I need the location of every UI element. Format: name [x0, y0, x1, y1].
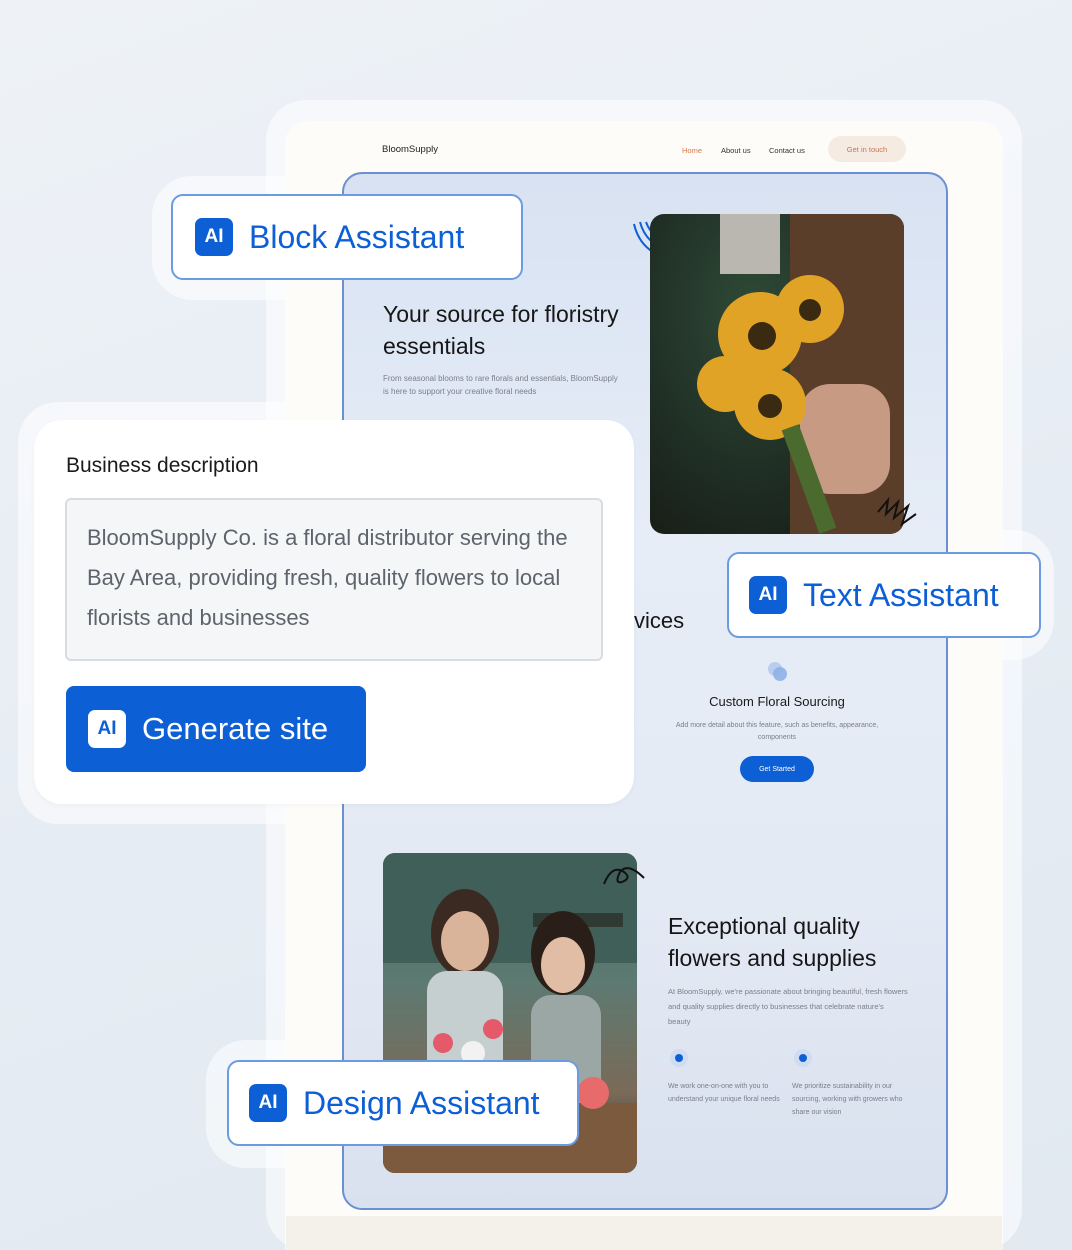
bullet-icon: [670, 1049, 688, 1067]
loop-decoration-icon: [603, 867, 645, 885]
design-assistant-chip[interactable]: AI Design Assistant: [227, 1060, 579, 1146]
business-description-panel: Business description BloomSupply Co. is …: [34, 420, 634, 804]
generate-site-label: Generate site: [142, 711, 329, 746]
ai-badge-icon: AI: [195, 218, 233, 256]
hero-title: Your source for floristry essentials: [383, 301, 619, 359]
feature-description: Add more detail about this feature, such…: [675, 722, 879, 741]
feature-icon: [768, 662, 787, 681]
services-heading: vices: [634, 608, 685, 633]
nav-about[interactable]: About us: [721, 146, 751, 155]
site-logo[interactable]: BloomSupply: [382, 144, 438, 155]
quality-column-2: We prioritize sustainability in our sour…: [792, 1083, 903, 1116]
generate-site-button[interactable]: AI Generate site: [66, 686, 366, 772]
nav-contact[interactable]: Contact us: [769, 146, 805, 155]
quality-title: Exceptional quality flowers and supplies: [668, 913, 877, 971]
ai-badge-icon: AI: [749, 576, 787, 614]
get-started-button[interactable]: Get Started: [740, 756, 814, 782]
feature-title: Custom Floral Sourcing: [709, 694, 845, 709]
business-description-field[interactable]: BloomSupply Co. is a floral distributor …: [65, 498, 603, 661]
block-assistant-label: Block Assistant: [249, 218, 465, 255]
quality-column-1: We work one-on-one with you to understan…: [668, 1083, 780, 1103]
bullet-icon: [794, 1049, 812, 1067]
hero-image-sunflowers: [650, 214, 904, 534]
business-description-label: Business description: [66, 454, 259, 477]
nav-home[interactable]: Home: [682, 146, 702, 155]
footer-band: [286, 1216, 1002, 1250]
block-assistant-chip[interactable]: AI Block Assistant: [171, 194, 523, 280]
text-assistant-chip[interactable]: AI Text Assistant: [727, 552, 1041, 638]
ai-badge-icon: AI: [249, 1084, 287, 1122]
design-assistant-label: Design Assistant: [303, 1084, 540, 1121]
ai-badge-icon: AI: [88, 710, 126, 748]
scribble-decoration-icon: [877, 496, 917, 527]
get-in-touch-button[interactable]: Get in touch: [828, 136, 906, 162]
hero-subtitle: From seasonal blooms to rare florals and…: [383, 374, 618, 396]
quality-description: At BloomSupply, we're passionate about b…: [668, 987, 908, 1026]
text-assistant-label: Text Assistant: [803, 576, 999, 613]
